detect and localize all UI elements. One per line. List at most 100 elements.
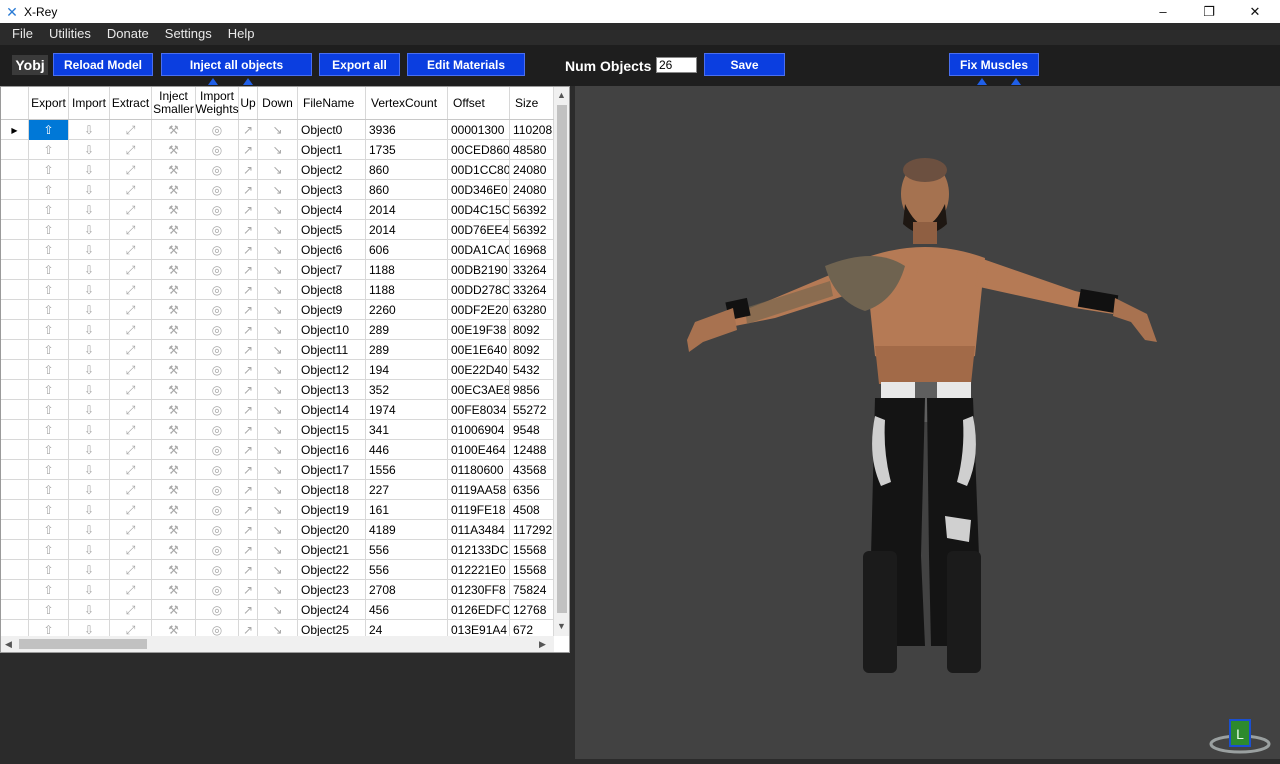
cell-filename[interactable]: Object0: [298, 120, 366, 140]
import-weights-button[interactable]: ◎: [196, 200, 239, 220]
import-button[interactable]: ⇩: [69, 580, 110, 600]
import-weights-button[interactable]: ◎: [196, 440, 239, 460]
move-down-button[interactable]: ↘: [258, 480, 298, 500]
cell-filename[interactable]: Object1: [298, 140, 366, 160]
table-row[interactable]: ⇧ ⇩ ⤢ ⚒ ◎ ↗ ↘ Object11 289 00E1E640 8092: [1, 340, 554, 360]
column-header-up[interactable]: Up: [239, 87, 258, 119]
maximize-button[interactable]: ❐: [1186, 0, 1232, 23]
cell-offset[interactable]: 0119FE18: [448, 500, 510, 520]
column-header-export[interactable]: Export: [29, 87, 69, 119]
import-weights-button[interactable]: ◎: [196, 500, 239, 520]
save-button[interactable]: Save: [704, 53, 785, 76]
extract-button[interactable]: ⤢: [110, 360, 152, 380]
export-button[interactable]: ⇧: [29, 540, 69, 560]
cell-offset[interactable]: 00D346E0: [448, 180, 510, 200]
cell-offset[interactable]: 0119AA58: [448, 480, 510, 500]
move-up-button[interactable]: ↗: [239, 460, 258, 480]
move-up-button[interactable]: ↗: [239, 120, 258, 140]
move-up-button[interactable]: ↗: [239, 440, 258, 460]
import-weights-button[interactable]: ◎: [196, 300, 239, 320]
move-down-button[interactable]: ↘: [258, 240, 298, 260]
table-row[interactable]: ⇧ ⇩ ⤢ ⚒ ◎ ↗ ↘ Object7 1188 00DB2190 33264: [1, 260, 554, 280]
extract-button[interactable]: ⤢: [110, 180, 152, 200]
cell-vertex-count[interactable]: 194: [366, 360, 448, 380]
move-down-button[interactable]: ↘: [258, 580, 298, 600]
import-weights-button[interactable]: ◎: [196, 180, 239, 200]
cell-filename[interactable]: Object4: [298, 200, 366, 220]
export-button[interactable]: ⇧: [29, 480, 69, 500]
extract-button[interactable]: ⤢: [110, 540, 152, 560]
extract-button[interactable]: ⤢: [110, 280, 152, 300]
import-weights-button[interactable]: ◎: [196, 280, 239, 300]
move-up-button[interactable]: ↗: [239, 600, 258, 620]
cell-filename[interactable]: Object9: [298, 300, 366, 320]
cell-size[interactable]: 9856: [510, 380, 554, 400]
cell-vertex-count[interactable]: 606: [366, 240, 448, 260]
import-button[interactable]: ⇩: [69, 600, 110, 620]
import-button[interactable]: ⇩: [69, 480, 110, 500]
cell-vertex-count[interactable]: 556: [366, 560, 448, 580]
inject-smaller-button[interactable]: ⚒: [152, 200, 196, 220]
cell-vertex-count[interactable]: 446: [366, 440, 448, 460]
extract-button[interactable]: ⤢: [110, 440, 152, 460]
horizontal-scrollbar[interactable]: ◀ ▶: [1, 636, 554, 652]
export-button[interactable]: ⇧: [29, 520, 69, 540]
import-weights-button[interactable]: ◎: [196, 240, 239, 260]
move-up-button[interactable]: ↗: [239, 300, 258, 320]
import-button[interactable]: ⇩: [69, 420, 110, 440]
table-row[interactable]: ⇧ ⇩ ⤢ ⚒ ◎ ↗ ↘ Object16 446 0100E464 12488: [1, 440, 554, 460]
export-button[interactable]: ⇧: [29, 420, 69, 440]
row-header[interactable]: [1, 300, 29, 320]
cell-vertex-count[interactable]: 556: [366, 540, 448, 560]
import-button[interactable]: ⇩: [69, 340, 110, 360]
move-up-button[interactable]: ↗: [239, 160, 258, 180]
cell-offset[interactable]: 011A3484: [448, 520, 510, 540]
table-row[interactable]: ⇧ ⇩ ⤢ ⚒ ◎ ↗ ↘ Object1 1735 00CED860 48580: [1, 140, 554, 160]
cell-size[interactable]: 63280: [510, 300, 554, 320]
row-header[interactable]: [1, 420, 29, 440]
cell-offset[interactable]: 00D76EE4: [448, 220, 510, 240]
extract-button[interactable]: ⤢: [110, 320, 152, 340]
cell-filename[interactable]: Object8: [298, 280, 366, 300]
table-row[interactable]: ⇧ ⇩ ⤢ ⚒ ◎ ↗ ↘ Object10 289 00E19F38 8092: [1, 320, 554, 340]
import-weights-button[interactable]: ◎: [196, 140, 239, 160]
inject-smaller-button[interactable]: ⚒: [152, 480, 196, 500]
cell-size[interactable]: 33264: [510, 260, 554, 280]
move-down-button[interactable]: ↘: [258, 120, 298, 140]
import-button[interactable]: ⇩: [69, 560, 110, 580]
column-header-extract[interactable]: Extract: [110, 87, 152, 119]
reload-model-button[interactable]: Reload Model: [53, 53, 153, 76]
import-weights-button[interactable]: ◎: [196, 160, 239, 180]
move-up-button[interactable]: ↗: [239, 200, 258, 220]
column-header-down[interactable]: Down: [258, 87, 298, 119]
cell-offset[interactable]: 0126EDFC: [448, 600, 510, 620]
cell-offset[interactable]: 012133DC: [448, 540, 510, 560]
cell-offset[interactable]: 00DF2E20: [448, 300, 510, 320]
inject-smaller-button[interactable]: ⚒: [152, 520, 196, 540]
column-header-inject-smaller[interactable]: Inject Smaller: [152, 87, 196, 119]
inject-smaller-button[interactable]: ⚒: [152, 420, 196, 440]
import-button[interactable]: ⇩: [69, 540, 110, 560]
table-row[interactable]: ⇧ ⇩ ⤢ ⚒ ◎ ↗ ↘ Object19 161 0119FE18 4508: [1, 500, 554, 520]
move-down-button[interactable]: ↘: [258, 260, 298, 280]
table-row[interactable]: ⇧ ⇩ ⤢ ⚒ ◎ ↗ ↘ Object18 227 0119AA58 6356: [1, 480, 554, 500]
cell-vertex-count[interactable]: 289: [366, 320, 448, 340]
cell-size[interactable]: 48580: [510, 140, 554, 160]
export-button[interactable]: ⇧: [29, 220, 69, 240]
cell-offset[interactable]: 012221E0: [448, 560, 510, 580]
extract-button[interactable]: ⤢: [110, 420, 152, 440]
move-down-button[interactable]: ↘: [258, 600, 298, 620]
move-up-button[interactable]: ↗: [239, 180, 258, 200]
cell-offset[interactable]: 00CED860: [448, 140, 510, 160]
move-down-button[interactable]: ↘: [258, 420, 298, 440]
move-down-button[interactable]: ↘: [258, 360, 298, 380]
cell-size[interactable]: 55272: [510, 400, 554, 420]
cell-size[interactable]: 16968: [510, 240, 554, 260]
scroll-down-icon[interactable]: ▼: [557, 621, 566, 631]
row-header[interactable]: [1, 600, 29, 620]
table-row[interactable]: ⇧ ⇩ ⤢ ⚒ ◎ ↗ ↘ Object9 2260 00DF2E20 63280: [1, 300, 554, 320]
import-button[interactable]: ⇩: [69, 380, 110, 400]
row-header[interactable]: [1, 360, 29, 380]
import-weights-button[interactable]: ◎: [196, 540, 239, 560]
export-button[interactable]: ⇧: [29, 300, 69, 320]
